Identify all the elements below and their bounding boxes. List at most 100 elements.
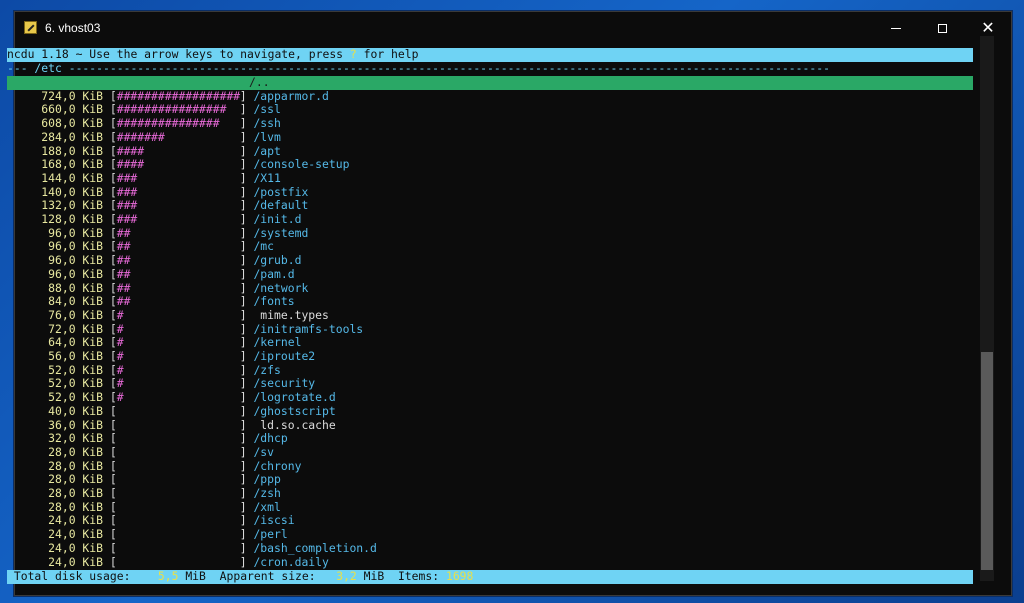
entry-row[interactable]: 132,0 KiB [###] /default xyxy=(7,198,973,213)
directory-name: /apt xyxy=(253,143,281,158)
entry-row[interactable]: 28,0 KiB [] /chrony xyxy=(7,458,973,474)
entry-size: 660,0 KiB xyxy=(41,102,103,117)
bar-close-bracket: ] xyxy=(239,266,254,281)
bar-close-bracket: ] xyxy=(239,349,254,363)
bar-close-bracket: ] xyxy=(239,129,254,144)
items-label: Items: xyxy=(397,569,440,583)
entry-row[interactable]: 56,0 KiB [#] /iproute2 xyxy=(7,349,973,364)
bar-close-bracket: ] xyxy=(239,102,254,117)
bar-close-bracket: ] xyxy=(239,486,254,500)
entry-row[interactable]: 28,0 KiB [] /ppp xyxy=(7,472,973,487)
entry-row[interactable]: 84,0 KiB [##] /fonts xyxy=(7,294,973,309)
entry-row[interactable]: 96,0 KiB [##] /systemd xyxy=(7,225,973,241)
entry-size: 32,0 KiB xyxy=(48,431,103,446)
parent-dir-row[interactable]: /.. xyxy=(7,75,973,90)
total-unit: MiB xyxy=(185,569,206,583)
directory-name: /security xyxy=(253,376,316,391)
entry-row[interactable]: 168,0 KiB [####] /console-setup xyxy=(7,157,973,172)
entry-size: 96,0 KiB xyxy=(48,225,103,240)
directory-name: /kernel xyxy=(253,335,302,350)
entry-row[interactable]: 24,0 KiB [] /iscsi xyxy=(7,514,973,528)
entry-row[interactable]: 32,0 KiB [] /dhcp xyxy=(7,431,973,446)
usage-bar: ## xyxy=(116,225,131,240)
entry-row[interactable]: 76,0 KiB [#] mime.types xyxy=(7,307,973,323)
usage-bar: ### xyxy=(116,198,138,213)
current-path: --- /etc -------------------------------… xyxy=(7,62,830,75)
entry-row[interactable]: 28,0 KiB [] /sv xyxy=(7,444,973,460)
directory-name: /systemd xyxy=(253,225,309,240)
entry-row[interactable]: 96,0 KiB [##] /pam.d xyxy=(7,266,973,282)
entry-row[interactable]: 52,0 KiB [#] /security xyxy=(7,377,973,391)
entry-size: 76,0 KiB xyxy=(48,307,103,322)
entry-row[interactable]: 88,0 KiB [##] /network xyxy=(7,280,973,296)
entry-row[interactable]: 188,0 KiB [####] /apt xyxy=(7,143,973,159)
directory-name: /init.d xyxy=(253,212,302,226)
entry-row[interactable]: 140,0 KiB [###] /postfix xyxy=(7,185,973,200)
entry-row[interactable]: 96,0 KiB [##] /grub.d xyxy=(7,253,973,268)
bar-close-bracket: ] xyxy=(239,280,254,295)
bar-open-bracket: [ xyxy=(103,239,117,254)
bar-open-bracket: [ xyxy=(103,335,117,350)
bar-close-bracket: ] xyxy=(239,116,254,131)
entry-row[interactable]: 608,0 KiB [############### ] /ssh xyxy=(7,116,973,131)
bar-open-bracket: [ xyxy=(103,513,117,528)
directory-name: /logrotate.d xyxy=(253,390,336,405)
bar-open-bracket: [ xyxy=(103,266,117,281)
entry-row[interactable]: 52,0 KiB [#] /logrotate.d xyxy=(7,390,973,405)
entry-row[interactable]: 128,0 KiB [###] /init.d xyxy=(7,212,973,227)
entry-row[interactable]: 24,0 KiB [] /cron.daily xyxy=(7,554,973,570)
entry-size: 72,0 KiB xyxy=(48,321,103,336)
directory-name: /X11 xyxy=(253,170,281,185)
entry-size: 28,0 KiB xyxy=(48,444,103,459)
entry-row[interactable]: 660,0 KiB [################ ] /ssl xyxy=(7,103,973,117)
entry-size: 84,0 KiB xyxy=(48,294,103,309)
directory-name: /default xyxy=(253,198,309,213)
bar-close-bracket: ] xyxy=(239,198,254,213)
bar-open-bracket: [ xyxy=(103,170,117,185)
directory-name: /xml xyxy=(253,499,281,514)
entry-size: 188,0 KiB xyxy=(41,143,103,158)
bar-open-bracket: [ xyxy=(103,444,117,459)
entry-size: 28,0 KiB xyxy=(48,499,103,514)
bar-close-bracket: ] xyxy=(239,335,254,350)
apparent-label: Apparent size: xyxy=(219,569,316,583)
bar-open-bracket: [ xyxy=(103,458,117,473)
bar-open-bracket: [ xyxy=(103,129,117,144)
entry-row[interactable]: 40,0 KiB [] /ghostscript xyxy=(7,403,973,419)
window-title: 6. vhost03 xyxy=(45,21,101,35)
entry-row[interactable]: 64,0 KiB [#] /kernel xyxy=(7,335,973,350)
ncdu-header: ncdu 1.18 ~ Use the arrow keys to naviga… xyxy=(7,47,973,62)
bar-close-bracket: ] xyxy=(239,321,254,336)
directory-name: /iproute2 xyxy=(253,349,316,363)
entry-row[interactable]: 96,0 KiB [##] /mc xyxy=(7,240,973,254)
entry-row[interactable]: 144,0 KiB [###] /X11 xyxy=(7,170,973,186)
usage-bar: ## xyxy=(116,294,131,309)
entry-size: 88,0 KiB xyxy=(48,280,103,295)
directory-name: /cron.daily xyxy=(253,554,329,569)
bar-close-bracket: ] xyxy=(239,444,254,459)
entry-row[interactable]: 724,0 KiB [##################] /apparmor… xyxy=(7,89,973,104)
directory-name: /zfs xyxy=(253,362,281,377)
entry-size: 40,0 KiB xyxy=(48,403,103,418)
directory-name: /console-setup xyxy=(253,157,350,172)
bar-close-bracket: ] xyxy=(239,157,254,172)
entry-row[interactable]: 28,0 KiB [] /xml xyxy=(7,499,973,515)
directory-name: /dhcp xyxy=(253,431,288,446)
entry-size: 96,0 KiB xyxy=(48,253,103,268)
entry-row[interactable]: 28,0 KiB [] /zsh xyxy=(7,486,973,501)
usage-bar: ############### xyxy=(116,116,234,131)
entry-row[interactable]: 24,0 KiB [] /bash_completion.d xyxy=(7,541,973,556)
entry-row[interactable]: 36,0 KiB [] ld.so.cache xyxy=(7,418,973,433)
usage-bar: ## xyxy=(116,253,131,268)
directory-name: /lvm xyxy=(253,129,281,144)
bar-open-bracket: [ xyxy=(103,294,117,309)
bar-open-bracket: [ xyxy=(103,307,117,322)
entry-row[interactable]: 52,0 KiB [#] /zfs xyxy=(7,362,973,378)
directory-name: /initramfs-tools xyxy=(253,321,364,336)
entry-row[interactable]: 284,0 KiB [#######] /lvm xyxy=(7,129,973,145)
entry-row[interactable]: 24,0 KiB [] /perl xyxy=(7,527,973,542)
bar-close-bracket: ] xyxy=(239,472,254,487)
scrollbar-thumb[interactable] xyxy=(981,352,993,570)
terminal-content[interactable]: ncdu 1.18 ~ Use the arrow keys to naviga… xyxy=(7,36,973,584)
entry-row[interactable]: 72,0 KiB [#] /initramfs-tools xyxy=(7,321,973,337)
